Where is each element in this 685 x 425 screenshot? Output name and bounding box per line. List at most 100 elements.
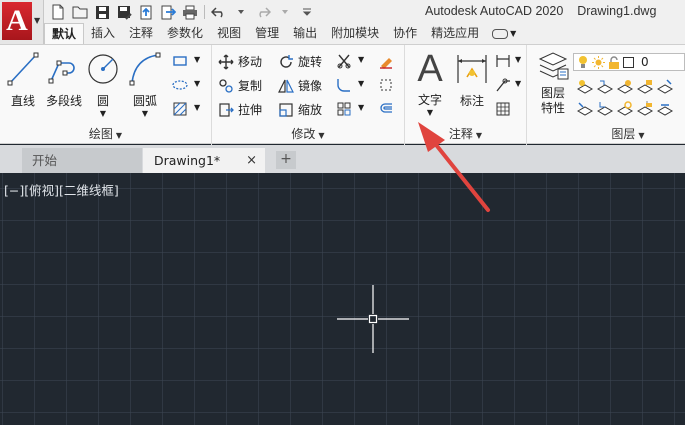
layer-match-icon[interactable] bbox=[657, 79, 673, 95]
autocad-logo: A bbox=[2, 2, 32, 40]
undo-dropdown-icon[interactable] bbox=[233, 4, 249, 20]
text-label: 文字 bbox=[417, 93, 442, 107]
tab-drawing1-label: Drawing1* bbox=[154, 153, 221, 168]
tab-start[interactable]: 开始 bbox=[22, 148, 142, 173]
redo-icon[interactable] bbox=[255, 4, 271, 20]
line-button[interactable]: 直线 bbox=[6, 51, 40, 109]
print-icon[interactable] bbox=[182, 4, 198, 20]
tab-manage[interactable]: 管理 bbox=[248, 23, 286, 44]
tab-parametric[interactable]: 参数化 bbox=[160, 23, 210, 44]
explode-icon[interactable] bbox=[378, 77, 394, 93]
layer-unlock-icon[interactable] bbox=[637, 101, 653, 117]
upload-icon[interactable] bbox=[138, 4, 154, 20]
circle-button[interactable]: 圆 ▼ bbox=[86, 51, 120, 118]
tab-annotate[interactable]: 注释 bbox=[122, 23, 160, 44]
lightbulb-icon bbox=[579, 56, 587, 68]
crosshair-cursor bbox=[337, 285, 409, 353]
rotate-icon bbox=[280, 54, 293, 68]
layer-unisolate-icon[interactable] bbox=[597, 101, 613, 117]
fillet-icon[interactable] bbox=[336, 77, 352, 93]
array-icon[interactable] bbox=[336, 101, 352, 117]
customize-toolbar-icon[interactable] bbox=[299, 4, 315, 20]
rotate-button[interactable]: 旋转 bbox=[278, 53, 322, 70]
new-file-icon[interactable] bbox=[50, 4, 66, 20]
minimize-ribbon-icon bbox=[492, 28, 509, 39]
tab-collaborate[interactable]: 协作 bbox=[386, 23, 424, 44]
layer-properties-icon bbox=[538, 52, 569, 80]
line-label: 直线 bbox=[10, 94, 35, 108]
layer-lock-icon[interactable] bbox=[637, 79, 653, 95]
redo-dropdown-icon[interactable] bbox=[277, 4, 293, 20]
layers-panel-title[interactable]: 图层 ▼ bbox=[593, 125, 663, 142]
layer-previous-icon[interactable] bbox=[657, 101, 673, 117]
application-menu-button[interactable]: A ▼ bbox=[0, 0, 44, 44]
open-folder-icon[interactable] bbox=[72, 4, 88, 20]
arc-button[interactable]: 圆弧 ▼ bbox=[128, 51, 162, 118]
leader-icon[interactable] bbox=[495, 77, 511, 93]
table-icon[interactable] bbox=[495, 101, 511, 117]
layer-isolate-icon[interactable] bbox=[597, 79, 613, 95]
text-button[interactable]: A 文字 ▼ bbox=[413, 49, 447, 117]
chevron-down-icon[interactable]: ▼ bbox=[358, 55, 364, 64]
arc-label: 圆弧 bbox=[132, 94, 157, 108]
layer-properties-label-2: 特性 bbox=[540, 101, 565, 115]
dimension-icon bbox=[457, 55, 487, 83]
move-button[interactable]: 移动 bbox=[218, 53, 262, 70]
tab-drawing1[interactable]: Drawing1* × bbox=[143, 148, 265, 173]
hatch-icon[interactable] bbox=[172, 101, 188, 117]
chevron-down-icon[interactable]: ▼ bbox=[358, 79, 364, 88]
close-icon[interactable]: × bbox=[246, 148, 257, 173]
tab-featured-apps[interactable]: 精选应用 bbox=[424, 23, 486, 44]
ribbon-display-toggle[interactable]: ▼ bbox=[486, 23, 516, 44]
tab-insert[interactable]: 插入 bbox=[84, 23, 122, 44]
erase-icon[interactable] bbox=[378, 53, 394, 69]
draw-panel-title[interactable]: 绘图 ▼ bbox=[0, 125, 211, 142]
dimension-label: 标注 bbox=[459, 94, 484, 108]
drawing-canvas[interactable]: [−][俯视][二维线框] bbox=[0, 173, 685, 425]
new-tab-button[interactable]: + bbox=[276, 151, 296, 169]
rotate-label: 旋转 bbox=[298, 55, 323, 69]
tab-addins[interactable]: 附加模块 bbox=[324, 23, 386, 44]
polyline-button[interactable]: 多段线 bbox=[43, 51, 85, 109]
modify-panel-title[interactable]: 修改 ▼ bbox=[212, 125, 404, 142]
offset-icon[interactable] bbox=[378, 101, 394, 117]
ellipse-icon[interactable] bbox=[172, 77, 188, 93]
stretch-button[interactable]: 拉伸 bbox=[218, 101, 262, 118]
copy-button[interactable]: 复制 bbox=[218, 77, 262, 94]
chevron-down-icon[interactable]: ▼ bbox=[194, 55, 200, 64]
draw-panel-label: 绘图 bbox=[88, 127, 113, 141]
layer-properties-button[interactable]: 图层 特性 bbox=[535, 51, 571, 116]
linear-dimension-icon[interactable] bbox=[495, 53, 511, 69]
annotation-panel: A 文字 ▼ 标注 ▼ ▼ 注释 ▼ bbox=[405, 45, 527, 145]
trim-icon[interactable] bbox=[336, 53, 352, 69]
rectangle-icon[interactable] bbox=[172, 53, 188, 69]
chevron-down-icon[interactable]: ▼ bbox=[515, 55, 521, 64]
layer-on-icon[interactable] bbox=[577, 101, 593, 117]
line-icon bbox=[7, 52, 39, 86]
scale-label: 缩放 bbox=[298, 103, 323, 117]
chevron-down-icon[interactable]: ▼ bbox=[194, 103, 200, 112]
layer-freeze-icon[interactable] bbox=[617, 79, 633, 95]
tab-view[interactable]: 视图 bbox=[210, 23, 248, 44]
tab-output[interactable]: 输出 bbox=[286, 23, 324, 44]
current-layer-name: 0 bbox=[641, 55, 649, 69]
chevron-down-icon[interactable]: ▼ bbox=[515, 79, 521, 88]
layer-thaw-icon[interactable] bbox=[617, 101, 633, 117]
layer-off-icon[interactable] bbox=[577, 79, 593, 95]
undo-icon[interactable] bbox=[211, 4, 227, 20]
export-icon[interactable] bbox=[160, 4, 176, 20]
save-as-icon[interactable] bbox=[116, 4, 132, 20]
color-swatch bbox=[623, 56, 634, 68]
save-icon[interactable] bbox=[94, 4, 110, 20]
dimension-button[interactable]: 标注 bbox=[455, 51, 489, 109]
scale-button[interactable]: 缩放 bbox=[278, 101, 322, 118]
ribbon: 直线 多段线 圆 ▼ 圆弧 ▼ ▼ ▼ ▼ 绘图 ▼ 移动 旋转 ▼ 复制 镜像… bbox=[0, 44, 685, 145]
circle-icon bbox=[88, 54, 118, 84]
annotation-panel-title[interactable]: 注释 ▼ bbox=[405, 125, 526, 142]
chevron-down-icon[interactable]: ▼ bbox=[358, 103, 364, 112]
tab-home[interactable]: 默认 bbox=[44, 23, 85, 44]
chevron-down-icon[interactable]: ▼ bbox=[194, 79, 200, 88]
viewport-controls[interactable]: [−][俯视][二维线框] bbox=[4, 180, 119, 199]
mirror-button[interactable]: 镜像 bbox=[278, 77, 322, 94]
layer-dropdown[interactable]: 0 bbox=[573, 53, 685, 71]
